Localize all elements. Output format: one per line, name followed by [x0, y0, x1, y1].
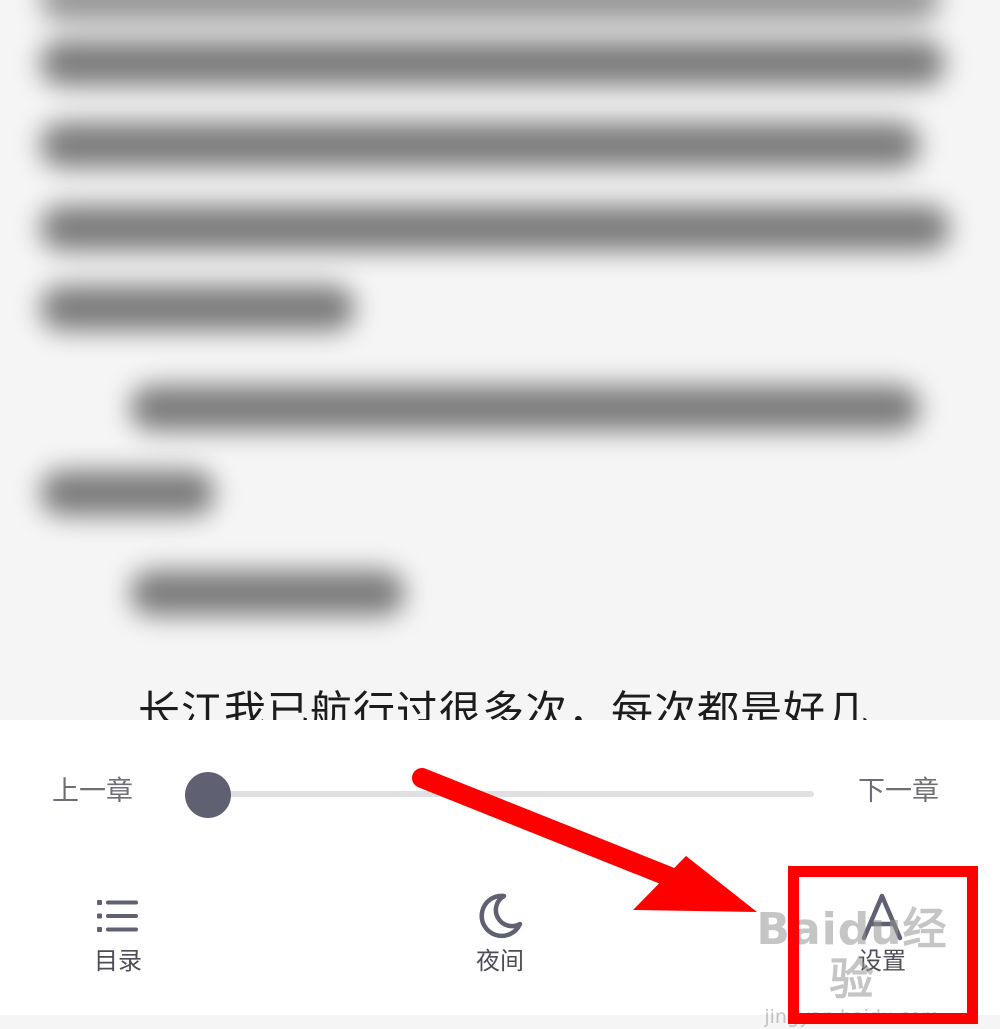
blurred-text-line — [40, 470, 215, 516]
blurred-text-line — [40, 40, 945, 86]
prev-chapter-button[interactable]: 上一章 — [52, 777, 133, 807]
annotation-highlight-box — [788, 866, 978, 1024]
slider-thumb[interactable] — [185, 772, 231, 818]
toc-label: 目录 — [94, 947, 142, 975]
blurred-text-line — [130, 385, 920, 431]
blurred-text-line — [130, 570, 405, 616]
next-chapter-button[interactable]: 下一章 — [858, 777, 939, 807]
chapter-progress-slider[interactable] — [208, 791, 814, 797]
blurred-text-line — [40, 205, 950, 251]
night-mode-button[interactable]: 夜间 — [440, 890, 560, 990]
list-icon — [97, 900, 138, 932]
blurred-text-line — [40, 122, 920, 168]
reading-area[interactable]: 长江我已航行过很多次，每次都是好几 — [0, 0, 1000, 720]
blurred-text-line — [40, 285, 355, 331]
book-text-line: 长江我已航行过很多次，每次都是好几 — [138, 687, 870, 720]
toc-button[interactable]: 目录 — [58, 890, 178, 990]
night-mode-label: 夜间 — [476, 947, 524, 975]
moon-icon — [479, 893, 523, 939]
blurred-text-line — [40, 0, 940, 22]
